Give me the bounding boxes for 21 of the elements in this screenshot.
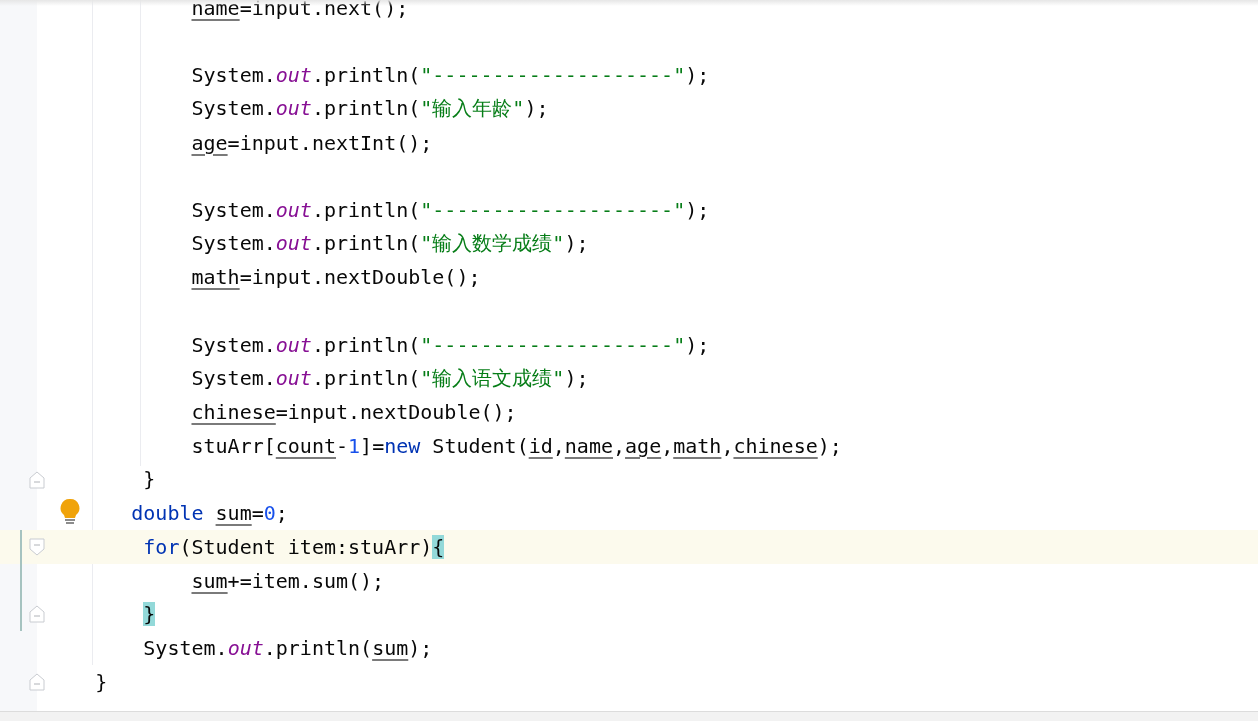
code-line: } xyxy=(95,669,108,694)
code-line: math=input.nextDouble(); xyxy=(191,265,481,290)
code-line: for(Student item:stuArr){ xyxy=(143,534,445,559)
code-line: System.out.println("输入语文成绩"); xyxy=(191,364,589,392)
code-line: chinese=input.nextDouble(); xyxy=(191,400,517,425)
code-line: System.out.println("--------------------"); xyxy=(191,63,710,88)
code-line: System.out.println("输入数学成绩"); xyxy=(191,230,589,258)
code-line: stuArr[count-1]=new Student(id,name,age,math,chinese); xyxy=(191,433,842,458)
code-line: sum+=item.sum(); xyxy=(191,568,385,593)
code-line: System.out.println("--------------------"); xyxy=(191,332,710,357)
scrollbar-track[interactable] xyxy=(0,711,1258,721)
code-line: System.out.println(sum); xyxy=(143,635,433,660)
code-line: age=input.nextInt(); xyxy=(191,130,433,155)
code-editor[interactable] xyxy=(0,0,1258,721)
fold-icon[interactable] xyxy=(29,538,45,556)
code-line: double sum=0; xyxy=(131,501,288,526)
code-line: System.out.println("--------------------"); xyxy=(191,197,710,222)
code-line: name=input.next(); xyxy=(191,0,409,20)
code-line: System.out.println("输入年龄"); xyxy=(191,95,549,123)
lightbulb-icon[interactable] xyxy=(60,498,80,526)
code-line: } xyxy=(143,467,156,492)
